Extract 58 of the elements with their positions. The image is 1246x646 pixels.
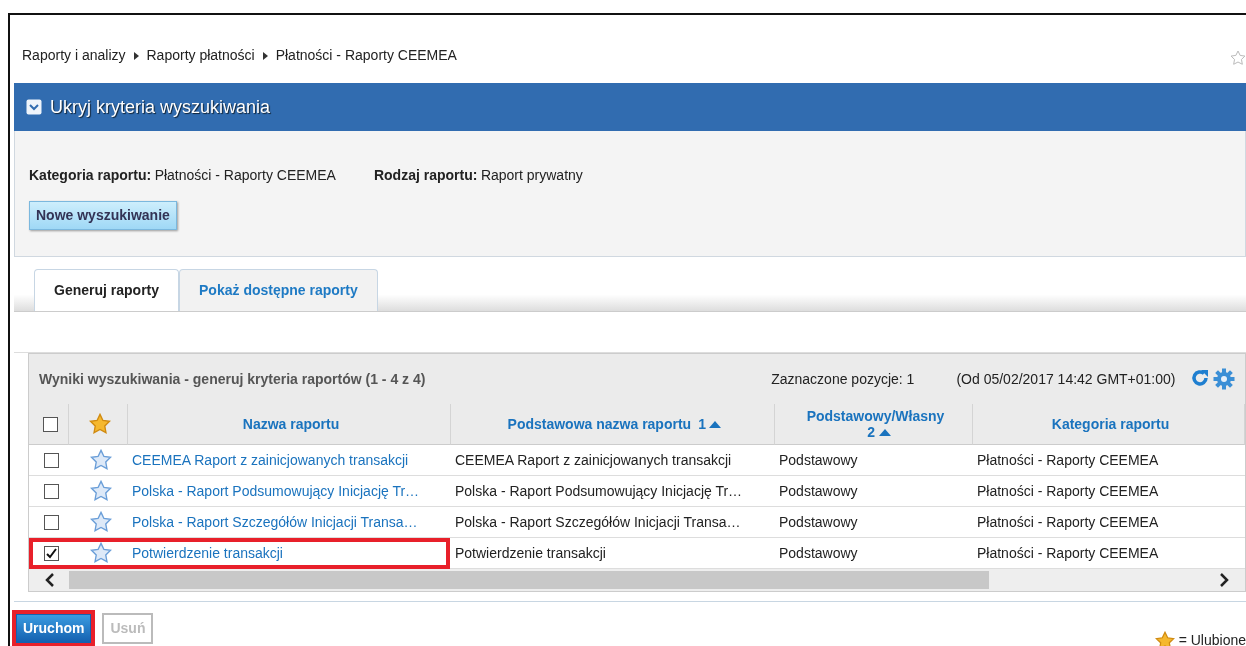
selected-count: Zaznaczone pozycje: 1 bbox=[771, 369, 915, 389]
report-link[interactable]: Potwierdzenie transakcji bbox=[132, 542, 283, 564]
table-cell-text: Potwierdzenie transakcji bbox=[455, 543, 606, 563]
star-icon bbox=[1154, 630, 1175, 646]
checkbox[interactable] bbox=[43, 514, 59, 530]
report-link[interactable]: CEEMEA Raport z zainicjowanych transakcji bbox=[132, 449, 409, 471]
sort-order: 1 bbox=[698, 415, 706, 433]
table-cell-text: Płatności - Raporty CEEMEA bbox=[977, 450, 1159, 470]
sort-order: 2 bbox=[867, 424, 876, 441]
table-cell-text: Podstawowy bbox=[779, 481, 858, 501]
scrollbar-thumb[interactable] bbox=[69, 571, 989, 589]
table-cell-text: Płatności - Raporty CEEMEA bbox=[977, 512, 1159, 532]
breadcrumb-link[interactable]: Raporty i analizy bbox=[22, 45, 126, 66]
column-header[interactable]: Kategoria raportu bbox=[1051, 415, 1170, 433]
field-value: Raport prywatny bbox=[480, 166, 583, 185]
favorite-star-icon[interactable] bbox=[89, 480, 112, 502]
field-value: Płatności - Raporty CEEMEA bbox=[154, 166, 336, 185]
settings-icon[interactable] bbox=[1213, 368, 1235, 390]
checkbox[interactable] bbox=[43, 545, 59, 561]
table-cell-text: Płatności - Raporty CEEMEA bbox=[977, 481, 1159, 501]
results-title: Wyniki wyszukiwania - generuj kryteria raportów (1 - 4 z 4) bbox=[39, 369, 426, 389]
star-icon bbox=[89, 413, 111, 435]
legend-text: = Ulubione bbox=[1178, 631, 1246, 646]
checkbox[interactable] bbox=[43, 483, 59, 499]
collapse-icon[interactable] bbox=[26, 99, 42, 115]
breadcrumb-link[interactable]: Płatności - Raporty CEEMEA bbox=[275, 45, 457, 66]
section-header[interactable]: Ukryj kryteria wyszukiwania bbox=[14, 83, 1246, 131]
column-header[interactable]: Nazwa raportu bbox=[242, 415, 340, 433]
table-cell-text: CEEMEA Raport z zainicjowanych transakcji bbox=[455, 450, 732, 470]
table-cell-text: Płatności - Raporty CEEMEA bbox=[977, 543, 1159, 563]
refresh-icon[interactable] bbox=[1189, 368, 1210, 388]
checkbox[interactable] bbox=[43, 416, 58, 432]
chevron-icon bbox=[133, 51, 139, 60]
new-search-button[interactable]: Nowe wyszukiwanie bbox=[29, 201, 177, 230]
tab[interactable]: Pokaż dostępne raporty bbox=[179, 269, 378, 311]
table-cell-text: Podstawowy bbox=[779, 512, 858, 532]
checkbox[interactable] bbox=[43, 452, 59, 468]
timestamp: (Od 05/02/2017 14:42 GMT+01:00) bbox=[956, 369, 1176, 389]
breadcrumb-link[interactable]: Raporty płatności bbox=[146, 45, 255, 66]
field-label: Rodzaj raportu: bbox=[373, 166, 478, 185]
table-cell-text: Podstawowy bbox=[779, 543, 858, 563]
chevron-icon bbox=[262, 51, 268, 60]
column-header[interactable]: Podstawowy/Własny bbox=[806, 407, 945, 424]
report-link[interactable]: Polska - Raport Podsumowujący Inicjację Tr… bbox=[132, 480, 420, 502]
report-link[interactable]: Polska - Raport Szczegółów Inicjacji Transa… bbox=[132, 511, 418, 533]
field-label: Kategoria raportu: bbox=[29, 166, 152, 185]
star-icon[interactable] bbox=[1230, 50, 1246, 67]
sort-ascending-icon bbox=[709, 420, 722, 428]
table-cell-text: Polska - Raport Szczegółów Inicjacji Transa… bbox=[455, 512, 741, 532]
favorite-star-icon[interactable] bbox=[89, 449, 112, 471]
table-cell-text: Polska - Raport Podsumowujący Inicjację Tr… bbox=[455, 481, 743, 501]
tab[interactable]: Generuj raporty bbox=[34, 269, 180, 311]
table-cell-text: Podstawowy bbox=[779, 450, 858, 470]
action-button[interactable]: Uruchom bbox=[16, 614, 92, 643]
favorite-star-icon[interactable] bbox=[89, 511, 112, 533]
favorite-star-icon[interactable] bbox=[89, 542, 112, 564]
column-header[interactable]: Podstawowa nazwa raportu bbox=[507, 415, 692, 433]
sort-ascending-icon bbox=[878, 428, 891, 436]
